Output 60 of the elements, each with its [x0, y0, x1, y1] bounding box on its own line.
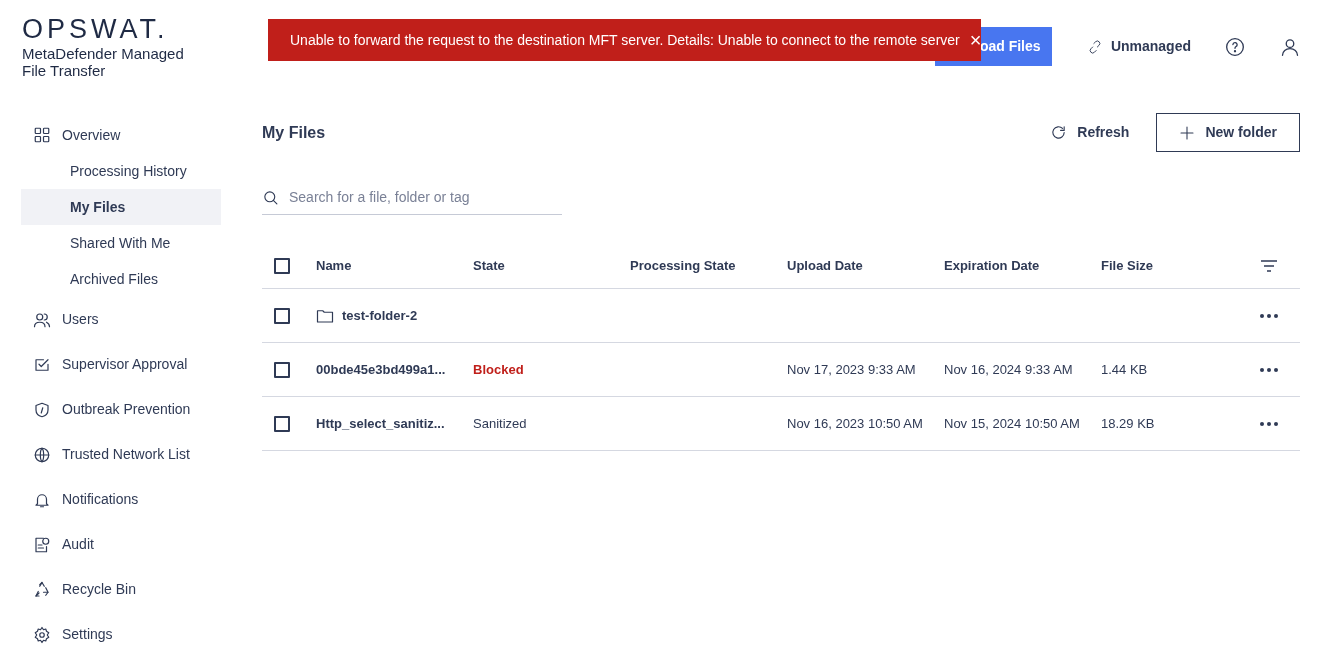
sidebar-item[interactable]: Settings	[21, 612, 221, 657]
close-button[interactable]: ×	[969, 30, 982, 50]
sidebar-item[interactable]: Overview	[21, 117, 221, 153]
plus-icon	[1179, 124, 1196, 141]
sidebar-item[interactable]: Supervisor Approval	[21, 342, 221, 387]
search-field[interactable]: Search for a file, folder or tag	[289, 187, 562, 208]
sidebar-item[interactable]: Users	[21, 297, 221, 342]
document-icon	[33, 535, 51, 554]
state-label: Sanitized	[473, 414, 528, 433]
sidebar-item[interactable]: Trusted Network List	[21, 432, 221, 477]
sidebar-subitem[interactable]: Archived Files	[21, 261, 221, 297]
checkbox[interactable]	[274, 415, 290, 432]
table-cell-text: Nov 17, 2023 9:33 AM	[787, 360, 917, 379]
sidebar-subitem[interactable]: Shared With Me	[21, 225, 221, 261]
refresh-icon	[1050, 124, 1068, 141]
sidebar-item[interactable]: Recycle Bin	[21, 567, 221, 612]
user-icon[interactable]	[1280, 36, 1300, 57]
sidebar-item[interactable]: Notifications	[21, 477, 221, 522]
file-name[interactable]: Http_select_sanitiz...	[316, 413, 473, 434]
refresh-button[interactable]: Refresh	[1042, 113, 1138, 152]
help-icon[interactable]	[1225, 36, 1245, 57]
checkbox[interactable]	[274, 307, 290, 324]
page-title: My Files	[262, 122, 326, 143]
broken-link-icon	[1087, 39, 1102, 54]
more-icon[interactable]	[1260, 367, 1278, 372]
sidebar-item[interactable]: Audit	[21, 522, 221, 567]
table-cell-text: 1.44 KB	[1101, 360, 1149, 379]
folder-name[interactable]: test-folder-2	[342, 305, 418, 326]
state-label: Blocked	[473, 360, 525, 379]
column-header[interactable]: Upload Date	[787, 255, 944, 276]
column-header[interactable]: Processing State	[630, 255, 787, 276]
logo: OPSWAT.	[22, 15, 170, 43]
sidebar-subitem[interactable]: Processing History	[21, 153, 221, 189]
checkbox[interactable]	[274, 257, 290, 274]
recycle-icon	[33, 580, 51, 599]
users-icon	[33, 310, 51, 329]
grid-icon	[33, 126, 51, 144]
folder-icon	[316, 307, 334, 324]
checkbox[interactable]	[274, 361, 290, 378]
column-header[interactable]: State	[473, 255, 630, 276]
globe-icon	[33, 445, 51, 464]
column-header[interactable]: Expiration Date	[944, 255, 1101, 276]
settings-icon	[33, 625, 51, 644]
table-cell-text: 18.29 KB	[1101, 414, 1156, 433]
column-header[interactable]: Name	[316, 255, 473, 276]
more-icon[interactable]	[1260, 421, 1278, 426]
new-folder-button[interactable]: New folder	[1156, 113, 1300, 152]
column-header[interactable]: File Size	[1101, 255, 1260, 276]
table-cell-text: Nov 16, 2024 9:33 AM	[944, 360, 1074, 379]
sidebar-subitem[interactable]: My Files	[21, 189, 221, 225]
file-name[interactable]: 00bde45e3bd499a1...	[316, 359, 473, 380]
sidebar-item[interactable]: Outbreak Prevention	[21, 387, 221, 432]
status-label[interactable]: Unmanaged	[1087, 36, 1191, 57]
table-cell-text: Nov 15, 2024 10:50 AM	[944, 414, 1081, 433]
filter-icon[interactable]	[1260, 258, 1278, 273]
shield-icon	[33, 400, 51, 419]
table-cell-text: Nov 16, 2023 10:50 AM	[787, 414, 924, 433]
search-icon	[262, 189, 279, 206]
more-icon[interactable]	[1260, 313, 1278, 318]
product-name: MetaDefender Managed File Transfer	[22, 45, 185, 79]
